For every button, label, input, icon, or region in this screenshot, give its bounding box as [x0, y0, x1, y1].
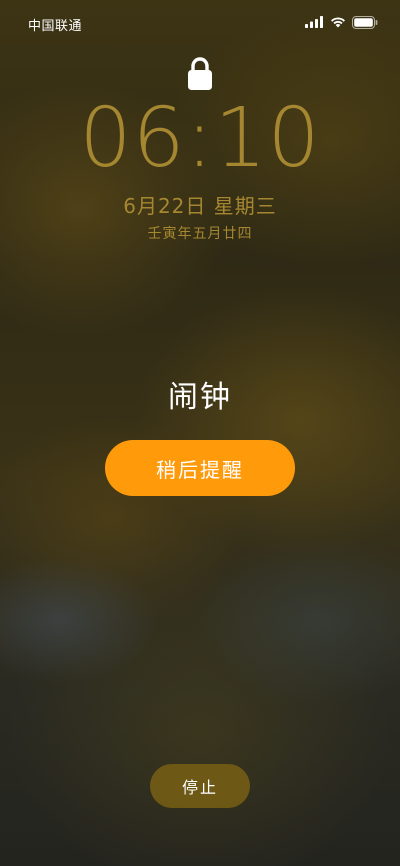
lock-icon: [188, 57, 212, 90]
wifi-icon: [331, 17, 345, 28]
lunar-date: 壬寅年五月廿四: [147, 226, 253, 242]
alarm-title: 闹钟: [168, 380, 232, 415]
lock-screen-date: 6月22日 星期三: [123, 194, 277, 218]
status-bar: 中国联通: [0, 0, 400, 44]
lock-screen: 中国联通 06:10 6月22日 星期三 壬寅年五月廿四 闹钟 稍后提醒 停止: [0, 0, 400, 866]
snooze-button[interactable]: 稍后提醒: [105, 440, 295, 496]
stop-button[interactable]: 停止: [150, 764, 250, 808]
carrier-label: 中国联通: [28, 19, 83, 34]
battery-icon: [352, 15, 378, 29]
status-icons: [305, 15, 378, 29]
lock-screen-time: 06:10: [79, 91, 321, 186]
signal-icon: [305, 16, 323, 28]
